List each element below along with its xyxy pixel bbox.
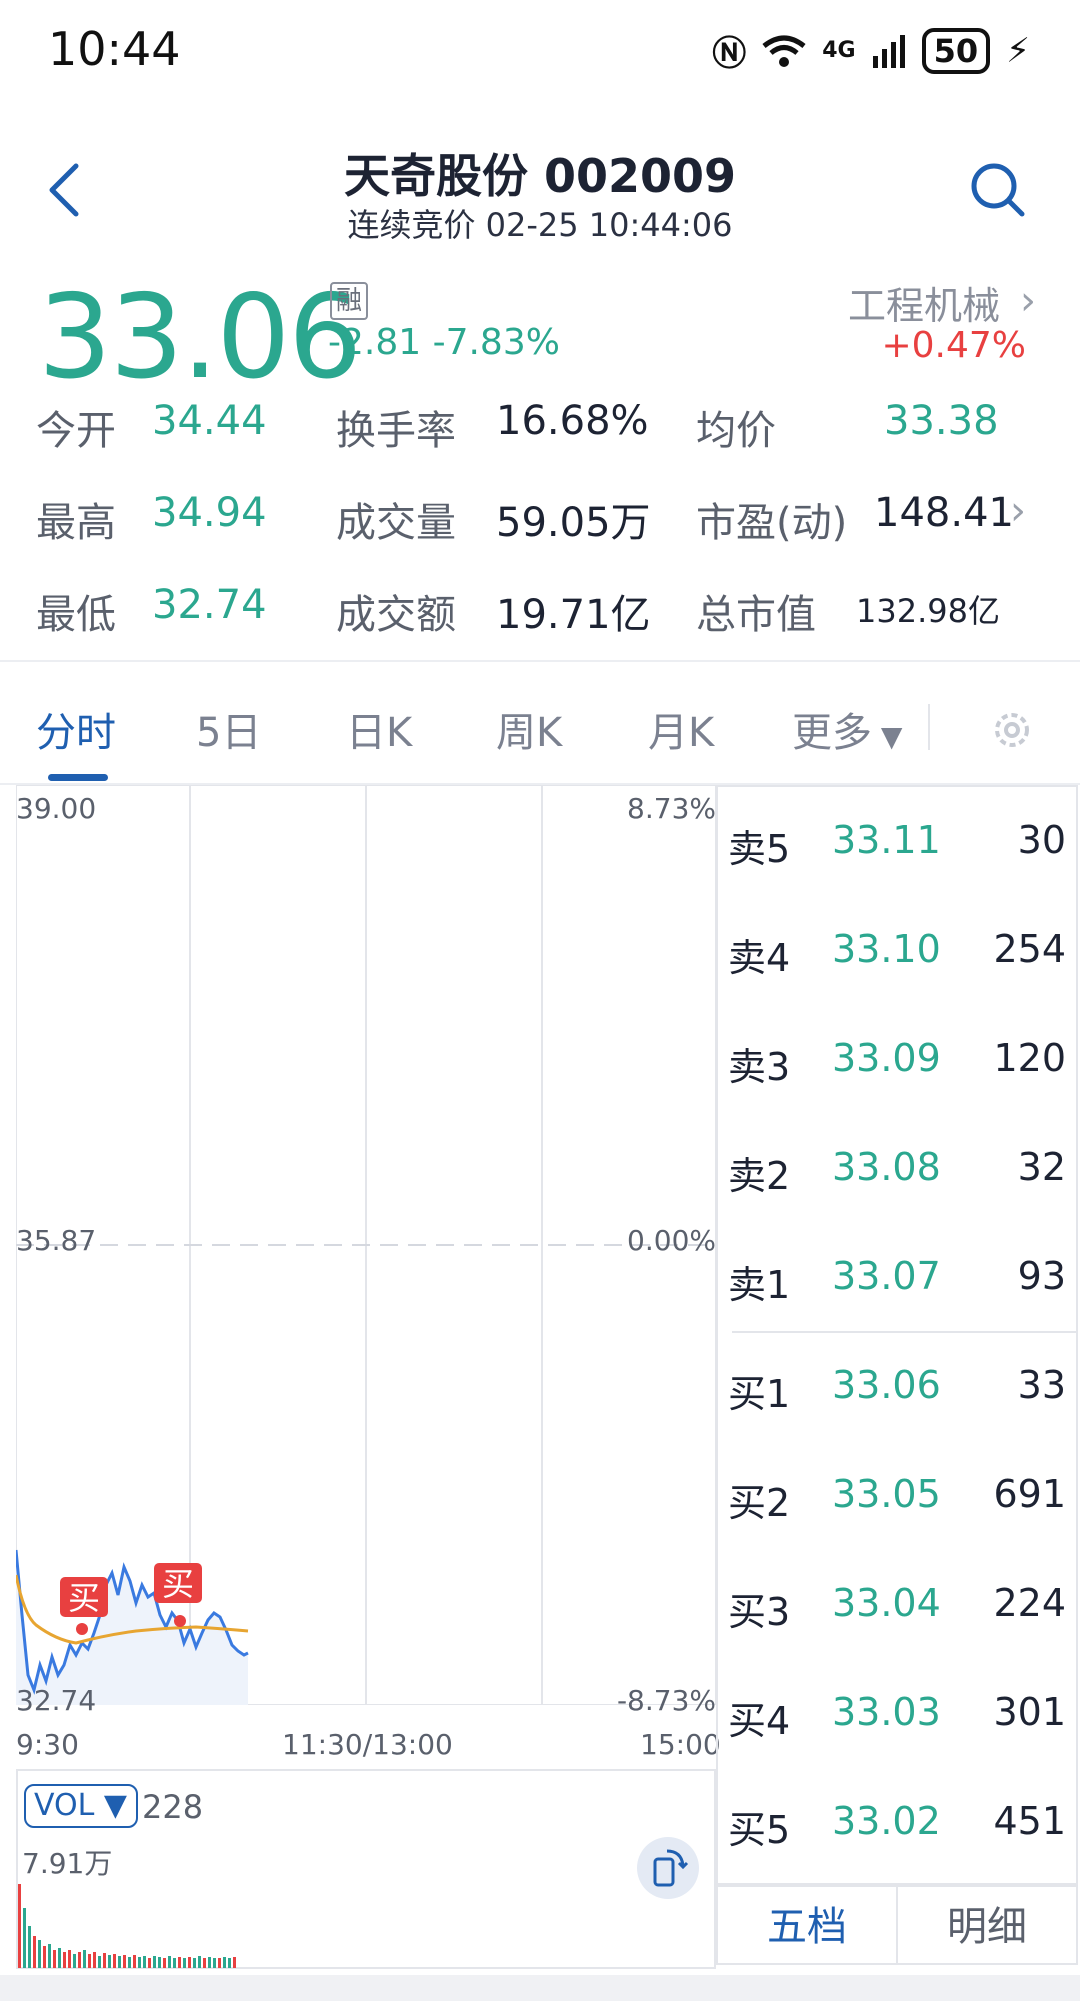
axis-time-mid: 11:30/13:00 (282, 1728, 453, 1761)
ask-label: 卖5 (728, 827, 791, 871)
stat-label-high: 最高 (36, 500, 116, 546)
stat-label-amount: 成交额 (336, 592, 456, 638)
tab-more[interactable]: 更多 ▼ (792, 700, 902, 758)
stat-value-pe[interactable]: 148.41 (874, 490, 1014, 536)
stat-label-avg: 均价 (696, 408, 776, 454)
buy-point (174, 1615, 186, 1627)
tab-underline (48, 774, 108, 781)
wifi-icon (762, 35, 806, 67)
stat-value-turnover: 16.68% (496, 398, 649, 444)
axis-time-start: 9:30 (16, 1728, 79, 1761)
divider (928, 704, 930, 750)
tab-level5[interactable]: 五档 (716, 1885, 896, 1965)
bottom-bar (0, 1975, 1080, 2001)
current-price: 33.06 (38, 270, 362, 405)
tab-5day[interactable]: 5日 (196, 700, 261, 758)
margin-badge: 融 (330, 282, 368, 320)
stat-label-turnover: 换手率 (336, 408, 456, 454)
stat-value-open: 34.44 (152, 398, 267, 444)
gear-icon[interactable] (988, 706, 1036, 754)
volume-bars (18, 1884, 236, 1968)
ask-volume: 93 (1017, 1254, 1066, 1298)
vol-indicator-select[interactable]: VOL ▼ (24, 1784, 138, 1828)
bid-label: 买1 (728, 1372, 791, 1416)
ask-volume: 32 (1017, 1145, 1066, 1189)
divider (0, 660, 1080, 662)
battery-indicator: 50 (921, 27, 991, 74)
buy-point (76, 1623, 88, 1635)
stat-label-low: 最低 (36, 592, 116, 638)
stat-value-volume: 59.05万 (496, 500, 651, 546)
axis-time-end: 15:00 (640, 1728, 721, 1761)
rotate-icon (653, 1849, 689, 1887)
bid-label: 买2 (728, 1481, 791, 1525)
tab-intraday[interactable]: 分时 (36, 700, 116, 758)
stat-value-high: 34.94 (152, 490, 267, 536)
axis-price-bottom: 32.74 (16, 1684, 97, 1717)
tab-monthly-k[interactable]: 月K (648, 700, 714, 758)
tab-more-label: 更多 (792, 710, 872, 756)
price-change: -2.81 -7.83% (328, 322, 560, 363)
vol-indicator-label: VOL (34, 1788, 95, 1823)
stat-label-open: 今开 (36, 408, 116, 454)
chevron-right-icon: › (1010, 488, 1026, 534)
ask-volume: 254 (993, 927, 1066, 971)
ask-label: 卖4 (728, 936, 791, 980)
industry-change: +0.47% (881, 325, 1026, 366)
buy-marker-label: 买 (162, 1566, 194, 1602)
axis-pct-bottom: -8.73% (616, 1684, 716, 1717)
stat-value-mktcap: 132.98亿 (856, 592, 1000, 630)
axis-pct-top: 8.73% (627, 792, 716, 825)
ask-label: 卖3 (728, 1045, 791, 1089)
signal-icon (872, 34, 905, 68)
vol-max-label: 7.91万 (22, 1847, 113, 1880)
stat-label-volume: 成交量 (336, 500, 456, 546)
caret-down-icon: ▼ (94, 1788, 127, 1823)
caret-down-icon: ▼ (872, 720, 903, 753)
axis-pct-mid: 0.00% (627, 1224, 716, 1257)
search-icon[interactable] (966, 158, 1030, 222)
rotate-screen-button[interactable] (637, 1837, 699, 1899)
stat-label-mktcap: 总市值 (696, 592, 816, 638)
bid-label: 买3 (728, 1590, 791, 1634)
intraday-chart[interactable]: 买 买 (16, 785, 716, 1705)
bid-label: 买4 (728, 1699, 791, 1743)
ask-volume: 30 (1017, 818, 1066, 862)
status-icons: Ⓝ 4G 50 ⚡ (712, 26, 1030, 75)
stat-value-avg: 33.38 (884, 398, 999, 444)
divider (732, 1331, 1076, 1333)
stat-value-amount: 19.71亿 (496, 592, 651, 638)
charging-icon: ⚡ (1006, 30, 1030, 71)
axis-price-top: 39.00 (16, 792, 97, 825)
page-title: 天奇股份 002009 (343, 149, 737, 203)
bid-label: 买5 (728, 1808, 791, 1852)
ask-label: 卖2 (728, 1154, 791, 1198)
nfc-icon: Ⓝ (712, 34, 747, 74)
trading-status: 连续竞价 02-25 10:44:06 (347, 206, 733, 244)
stat-value-low: 32.74 (152, 582, 267, 628)
bid-volume: 224 (993, 1581, 1066, 1625)
chevron-right-icon: › (1020, 278, 1036, 324)
ask-label: 卖1 (728, 1263, 791, 1307)
vol-current: 228 (142, 1788, 204, 1826)
tab-trade-detail[interactable]: 明细 (896, 1885, 1078, 1965)
tab-weekly-k[interactable]: 周K (496, 700, 562, 758)
bid-volume: 33 (1017, 1363, 1066, 1407)
stat-label-pe: 市盈(动) (696, 500, 848, 546)
axis-price-mid: 35.87 (16, 1224, 97, 1257)
status-time: 10:44 (48, 22, 181, 76)
ask-volume: 120 (993, 1036, 1066, 1080)
network-type: 4G (822, 38, 856, 63)
bid-volume: 301 (993, 1690, 1066, 1734)
buy-marker-label: 买 (68, 1580, 100, 1616)
industry-link[interactable]: 工程机械 (848, 275, 1000, 330)
bid-volume: 451 (993, 1799, 1066, 1843)
tab-daily-k[interactable]: 日K (346, 700, 412, 758)
bid-volume: 691 (993, 1472, 1066, 1516)
